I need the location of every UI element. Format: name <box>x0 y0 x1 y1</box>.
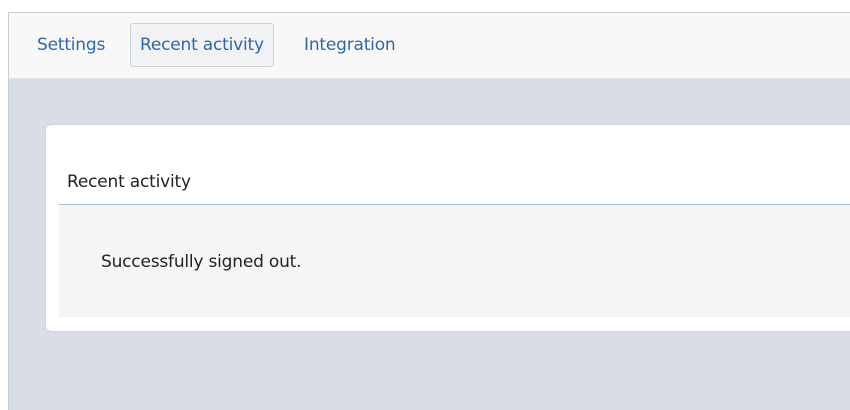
tab-settings[interactable]: Settings <box>37 23 105 67</box>
status-message: Successfully signed out. <box>101 252 302 272</box>
tab-integration[interactable]: Integration <box>304 23 396 67</box>
panel-body: Successfully signed out. <box>59 205 850 317</box>
tab-recent-activity[interactable]: Recent activity <box>130 23 274 67</box>
recent-activity-panel: Recent activity Successfully signed out. <box>45 124 850 332</box>
tab-bar: Settings Recent activity Integration <box>9 13 850 79</box>
app-frame: Settings Recent activity Integration Rec… <box>8 12 850 410</box>
panel-title: Recent activity <box>67 172 191 192</box>
